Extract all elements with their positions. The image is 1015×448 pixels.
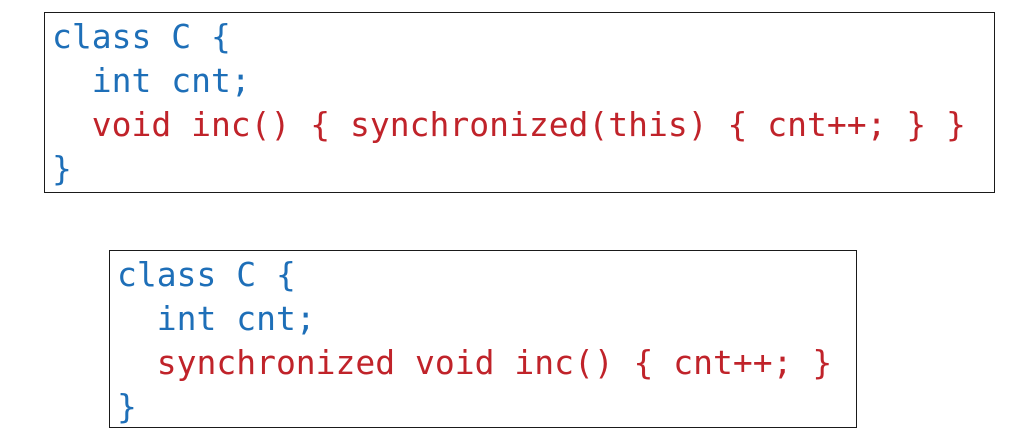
code-line-class-declaration: class C { xyxy=(117,255,296,294)
code-line-synchronized-method: synchronized void inc() { cnt++; } xyxy=(117,343,833,382)
code-snippet-synchronized-method: class C { int cnt; synchronized void inc… xyxy=(109,250,857,428)
code-line-closing-brace: } xyxy=(117,387,137,426)
code-line-field-declaration: int cnt; xyxy=(52,61,251,100)
code-line-class-declaration: class C { xyxy=(52,17,231,56)
code-line-field-declaration: int cnt; xyxy=(117,299,316,338)
code-line-closing-brace: } xyxy=(52,149,72,188)
code-snippet-block-synchronized-this: class C { int cnt; void inc() { synchron… xyxy=(44,12,995,193)
code-line-method-synchronized-block: void inc() { synchronized(this) { cnt++;… xyxy=(52,105,966,144)
